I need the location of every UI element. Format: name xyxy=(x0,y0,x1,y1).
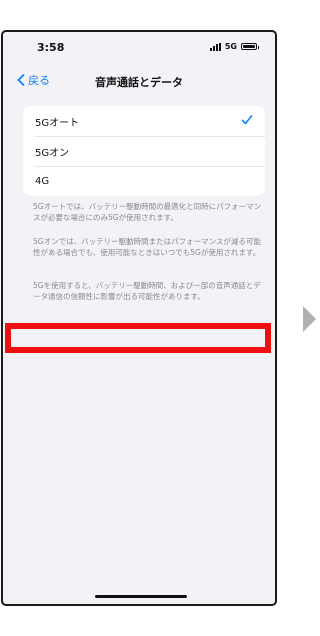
highlight-box xyxy=(5,323,271,353)
option-4g[interactable]: 4G xyxy=(23,166,265,196)
status-time: 3:58 xyxy=(37,41,65,54)
option-5g-auto[interactable]: 5Gオート xyxy=(23,106,265,136)
option-label: 4G xyxy=(35,175,50,187)
page-title: 音声通話とデータ xyxy=(95,76,183,89)
status-indicators: 5G xyxy=(209,42,259,51)
battery-icon xyxy=(241,43,259,50)
arrow-right-icon xyxy=(303,306,316,332)
option-5g-on[interactable]: 5Gオン xyxy=(23,136,265,166)
network-type: 5G xyxy=(224,42,237,51)
status-bar: 3:58 5G xyxy=(3,32,275,62)
option-label: 5Gオート xyxy=(35,117,80,129)
footer-note-5g-on: 5Gオンでは、バッテリー駆動時間またはパフォーマンスが減る可能性がある場合でも、… xyxy=(33,237,261,257)
phone-screen: 3:58 5G 戻る 音声通話とデータ 5Gオート 5Gオン 4G 5Gオートで… xyxy=(1,30,277,606)
option-label: 5Gオン xyxy=(35,147,70,159)
footer-note-5g-auto: 5Gオートでは、バッテリー駆動時間の最適化と同時にパフォーマンスが必要な場合にの… xyxy=(33,202,262,222)
footer-note-5g-usage: 5Gを使用すると、バッテリー駆動時間、および一部の音声通話とデータ通信の信頼性に… xyxy=(33,281,261,301)
home-indicator xyxy=(95,595,187,598)
signal-icon xyxy=(209,42,221,51)
nav-bar: 戻る 音声通話とデータ xyxy=(3,68,275,92)
checkmark-icon xyxy=(241,115,253,125)
network-options-list: 5Gオート 5Gオン 4G xyxy=(23,106,265,196)
